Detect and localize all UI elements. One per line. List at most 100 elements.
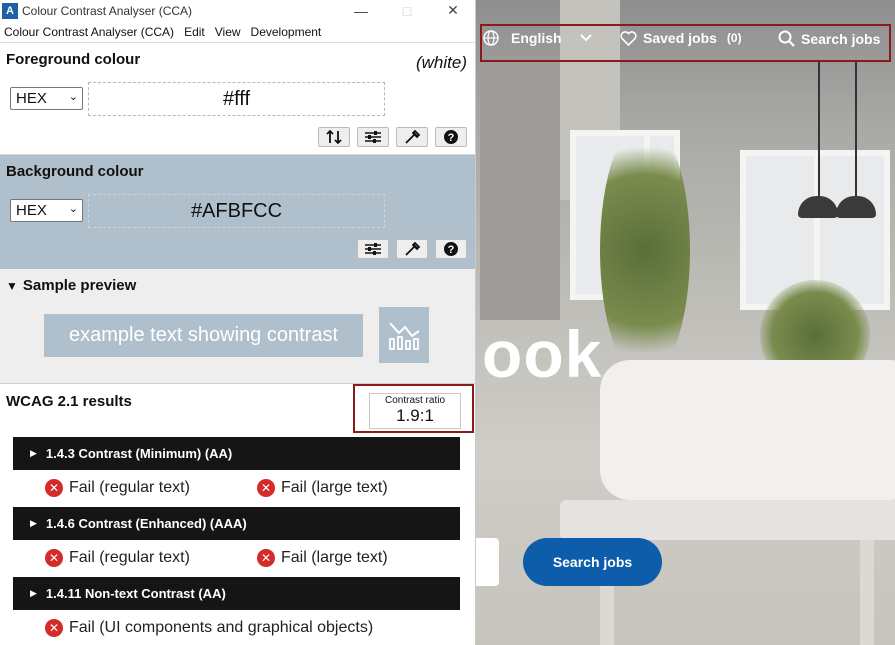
fail-icon: ✕ — [257, 479, 275, 497]
result-item: ✕ Fail (regular text) — [45, 479, 190, 497]
background-format-select[interactable]: HEX ⌄ — [10, 199, 83, 222]
eyedropper-icon — [405, 241, 421, 256]
triangle-down-icon: ▼ — [6, 279, 18, 293]
result-text: Fail (UI components and graphical object… — [69, 619, 374, 636]
result-text: Fail (large text) — [281, 549, 388, 566]
result-item: ✕ Fail (large text) — [257, 549, 388, 567]
wall-shadow — [480, 60, 560, 320]
triangle-right-icon: ▶ — [30, 448, 37, 458]
chevron-down-icon — [579, 34, 592, 42]
saved-jobs-label: Saved jobs — [643, 30, 717, 46]
criterion-label: 1.4.6 Contrast (Enhanced) (AAA) — [45, 516, 247, 531]
background-format-value: HEX — [16, 202, 47, 219]
result-item: ✕ Fail (UI components and graphical obje… — [45, 619, 373, 637]
result-item: ✕ Fail (regular text) — [45, 549, 190, 567]
criterion-1-4-11-toggle[interactable]: ▶ 1.4.11 Non-text Contrast (AA) — [13, 577, 460, 610]
heart-icon — [620, 30, 637, 46]
result-text: Fail (regular text) — [69, 549, 190, 566]
contrast-ratio-highlight: Contrast ratio 1.9:1 — [353, 384, 474, 433]
contrast-ratio-value: 1.9:1 — [396, 406, 434, 425]
close-button[interactable]: ✕ — [430, 0, 475, 21]
chevron-down-icon: ⌄ — [68, 91, 78, 103]
menu-app[interactable]: Colour Contrast Analyser (CCA) — [0, 25, 180, 39]
sofa — [600, 360, 895, 500]
triangle-right-icon: ▶ — [30, 518, 37, 528]
menu-edit[interactable]: Edit — [180, 25, 211, 39]
background-colour-input[interactable]: #AFBFCC — [88, 194, 385, 228]
minimize-button[interactable]: — — [338, 0, 384, 21]
foreground-tools: ? — [318, 127, 467, 147]
criterion-1-4-6-toggle[interactable]: ▶ 1.4.6 Contrast (Enhanced) (AAA) — [13, 507, 460, 540]
criterion-1-4-3-toggle[interactable]: ▶ 1.4.3 Contrast (Minimum) (AA) — [13, 437, 460, 470]
triangle-right-icon: ▶ — [30, 588, 37, 598]
chart-graphic-icon — [389, 322, 420, 350]
result-text: Fail (large text) — [281, 479, 388, 496]
menu-bar: Colour Contrast Analyser (CCA) Edit View… — [0, 21, 475, 43]
search-jobs-link[interactable]: Search jobs — [778, 30, 880, 47]
plant-decoration — [600, 120, 690, 380]
foreground-format-select[interactable]: HEX ⌄ — [10, 87, 83, 110]
eyedropper-icon — [405, 129, 421, 144]
foreground-title: Foreground colour — [6, 51, 141, 68]
window-titlebar[interactable]: A Colour Contrast Analyser (CCA) — □ ✕ — [0, 0, 475, 21]
sample-preview-title: Sample preview — [22, 277, 137, 294]
result-text: Fail (regular text) — [69, 479, 190, 496]
sample-graphic-preview — [379, 307, 429, 363]
sliders-icon — [365, 131, 381, 143]
menu-view[interactable]: View — [211, 25, 247, 39]
window-title: Colour Contrast Analyser (CCA) — [22, 3, 193, 18]
foreground-format-value: HEX — [16, 90, 47, 107]
swap-colours-button[interactable] — [318, 127, 350, 147]
lamp-cord-2 — [855, 60, 857, 200]
search-jobs-label: Search jobs — [801, 30, 881, 47]
criterion-label: 1.4.11 Non-text Contrast (AA) — [45, 586, 226, 601]
background-tools: ? — [357, 239, 467, 259]
foreground-colour-input[interactable]: #fff — [88, 82, 385, 116]
foreground-section: Foreground colour (white) HEX ⌄ #fff ? — [0, 43, 475, 155]
fail-icon: ✕ — [45, 549, 63, 567]
foreground-picker-button[interactable] — [396, 127, 428, 147]
wcag-results-section: WCAG 2.1 results Contrast ratio 1.9:1 ▶ … — [0, 384, 475, 645]
swap-arrows-icon — [326, 129, 342, 145]
table-leg — [860, 540, 874, 645]
background-picker-button[interactable] — [396, 239, 428, 259]
chevron-down-icon: ⌄ — [68, 203, 78, 215]
lamp-cord — [818, 60, 820, 200]
background-sliders-button[interactable] — [357, 239, 389, 259]
search-jobs-button[interactable]: Search jobs — [523, 538, 662, 586]
contrast-ratio-label: Contrast ratio — [384, 395, 446, 406]
language-label: English — [511, 30, 562, 46]
svg-text:?: ? — [448, 244, 455, 256]
menu-development[interactable]: Development — [247, 25, 328, 39]
help-icon: ? — [444, 130, 458, 144]
globe-icon — [483, 30, 499, 46]
wcag-results-title: WCAG 2.1 results — [6, 393, 132, 410]
help-icon: ? — [444, 242, 458, 256]
background-section: Background colour HEX ⌄ #AFBFCC ? — [0, 155, 475, 269]
contrast-ratio-display: Contrast ratio 1.9:1 — [369, 393, 461, 429]
background-title: Background colour — [6, 163, 144, 180]
coffee-table — [560, 500, 895, 540]
sample-preview-section: ▼ Sample preview example text showing con… — [0, 269, 475, 384]
search-icon — [778, 30, 795, 47]
saved-jobs-count: (0) — [726, 31, 742, 45]
foreground-help-button[interactable]: ? — [435, 127, 467, 147]
background-help-button[interactable]: ? — [435, 239, 467, 259]
app-logo-icon: A — [2, 2, 18, 19]
foreground-colour-name: (white) — [415, 53, 467, 72]
saved-jobs-link[interactable]: Saved jobs (0) — [620, 30, 742, 46]
fail-icon: ✕ — [45, 619, 63, 637]
fail-icon: ✕ — [257, 549, 275, 567]
maximize-button[interactable]: □ — [384, 0, 430, 21]
cca-window: A Colour Contrast Analyser (CCA) — □ ✕ C… — [0, 0, 476, 645]
result-item: ✕ Fail (large text) — [257, 479, 388, 497]
criterion-label: 1.4.3 Contrast (Minimum) (AA) — [45, 446, 233, 461]
language-selector[interactable]: English — [483, 30, 592, 46]
hero-heading: ook — [482, 317, 603, 391]
foreground-sliders-button[interactable] — [357, 127, 389, 147]
svg-text:?: ? — [448, 132, 455, 144]
fail-icon: ✕ — [45, 479, 63, 497]
sliders-icon — [365, 243, 381, 255]
sample-text-preview: example text showing contrast — [44, 314, 363, 357]
sample-preview-toggle[interactable]: ▼ Sample preview — [6, 277, 136, 294]
